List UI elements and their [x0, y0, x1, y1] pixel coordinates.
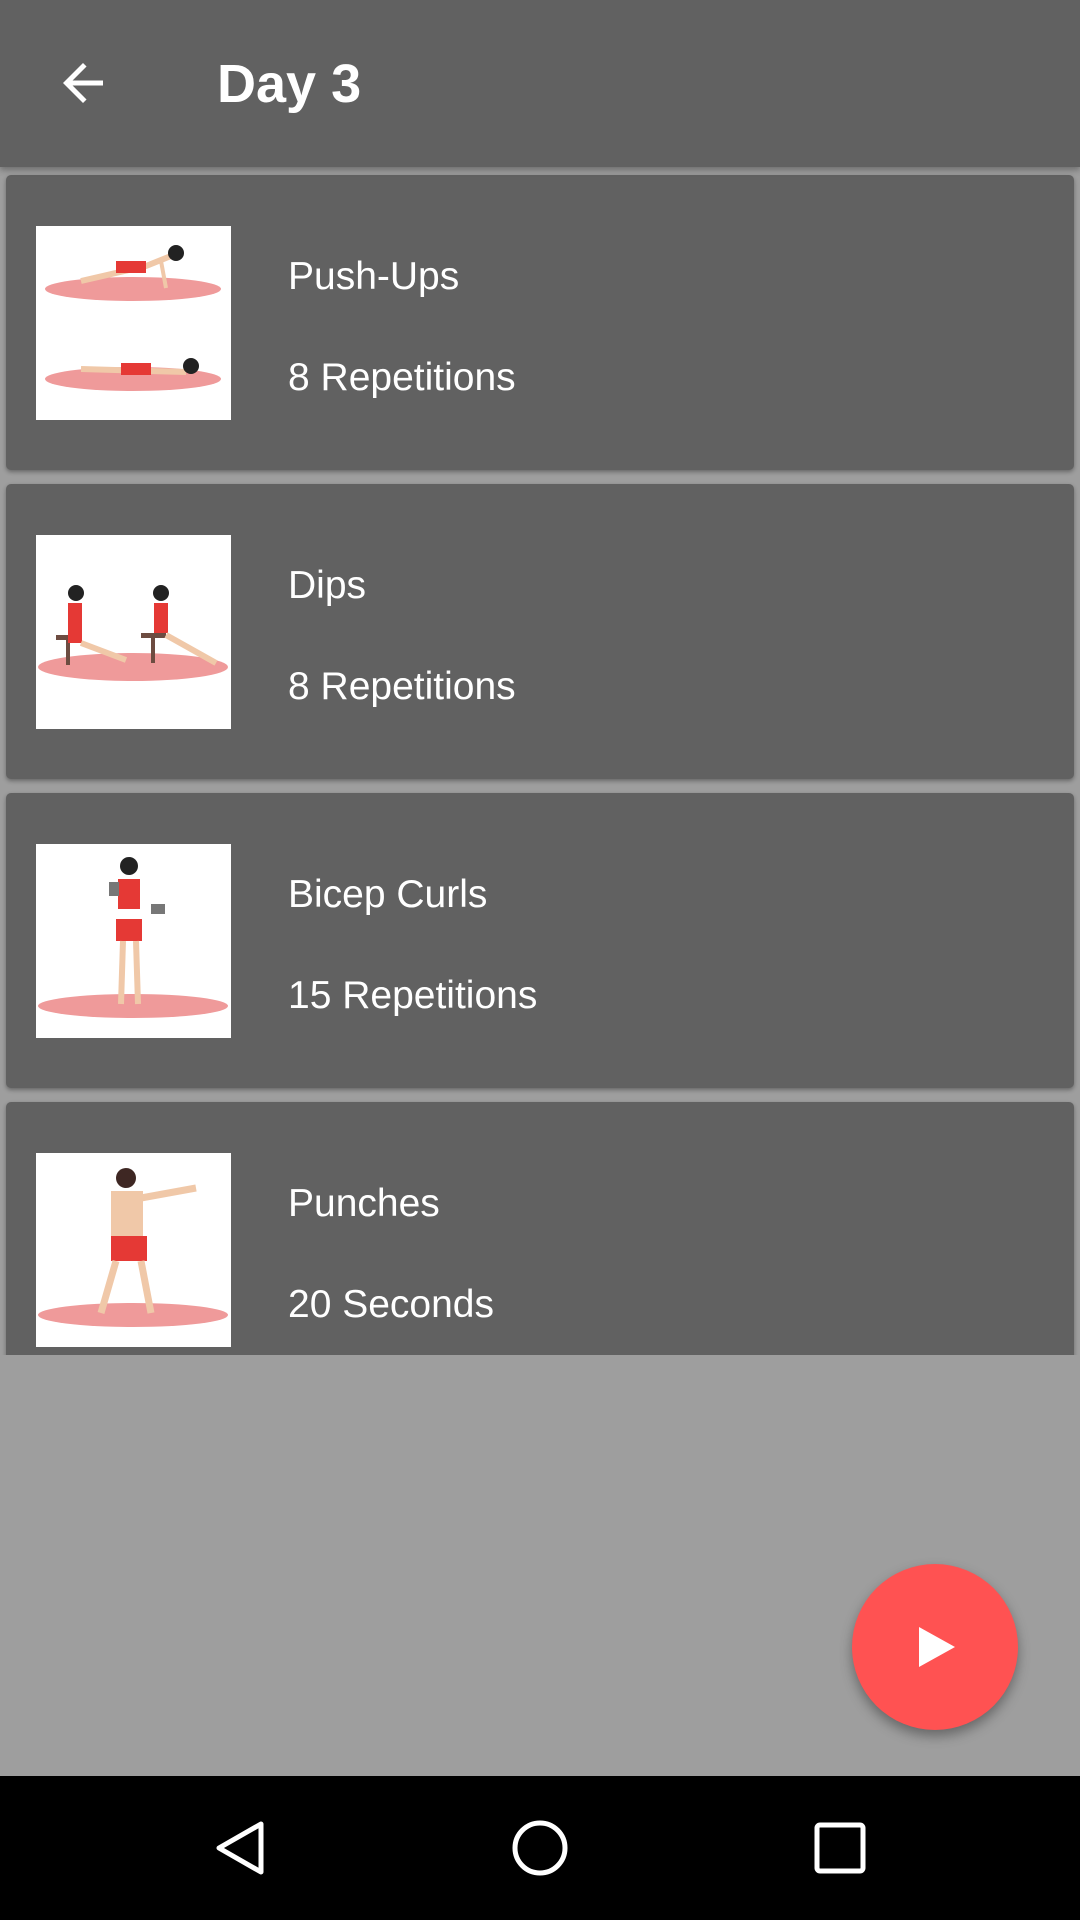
exercise-card[interactable]: Punches 20 Seconds [6, 1102, 1074, 1355]
exercise-card[interactable]: Dips 8 Repetitions [6, 484, 1074, 779]
exercise-name: Bicep Curls [288, 873, 488, 916]
nav-home-button[interactable] [510, 1818, 570, 1878]
home-circle-icon [512, 1820, 568, 1876]
punches-illustration [36, 1153, 231, 1347]
system-nav-bar [0, 1776, 1080, 1920]
play-icon [919, 1627, 955, 1667]
start-workout-button[interactable] [852, 1564, 1018, 1730]
exercise-amount: 8 Repetitions [288, 356, 516, 399]
app-bar: Day 3 [0, 0, 1080, 167]
exercise-name: Dips [288, 564, 367, 607]
exercise-list[interactable]: Push-Ups 8 Repetitions Dips 8 Repetition… [0, 167, 1080, 1355]
push-ups-illustration [36, 226, 231, 420]
dips-illustration [36, 535, 231, 729]
exercise-name: Push-Ups [288, 255, 460, 298]
exercise-name: Punches [288, 1182, 440, 1225]
exercise-amount: 20 Seconds [288, 1283, 494, 1326]
exercise-card[interactable]: Bicep Curls 15 Repetitions [6, 793, 1074, 1088]
back-button[interactable] [53, 53, 113, 113]
arrow-left-icon [63, 63, 103, 103]
recents-square-icon [814, 1822, 866, 1874]
exercise-amount: 8 Repetitions [288, 665, 516, 708]
back-triangle-icon [216, 1821, 264, 1875]
page-title: Day 3 [217, 54, 362, 114]
bicep-curls-illustration [36, 844, 231, 1038]
nav-back-button[interactable] [211, 1818, 271, 1878]
exercise-amount: 15 Repetitions [288, 974, 538, 1017]
nav-recents-button[interactable] [810, 1818, 870, 1878]
exercise-card[interactable]: Push-Ups 8 Repetitions [6, 175, 1074, 470]
